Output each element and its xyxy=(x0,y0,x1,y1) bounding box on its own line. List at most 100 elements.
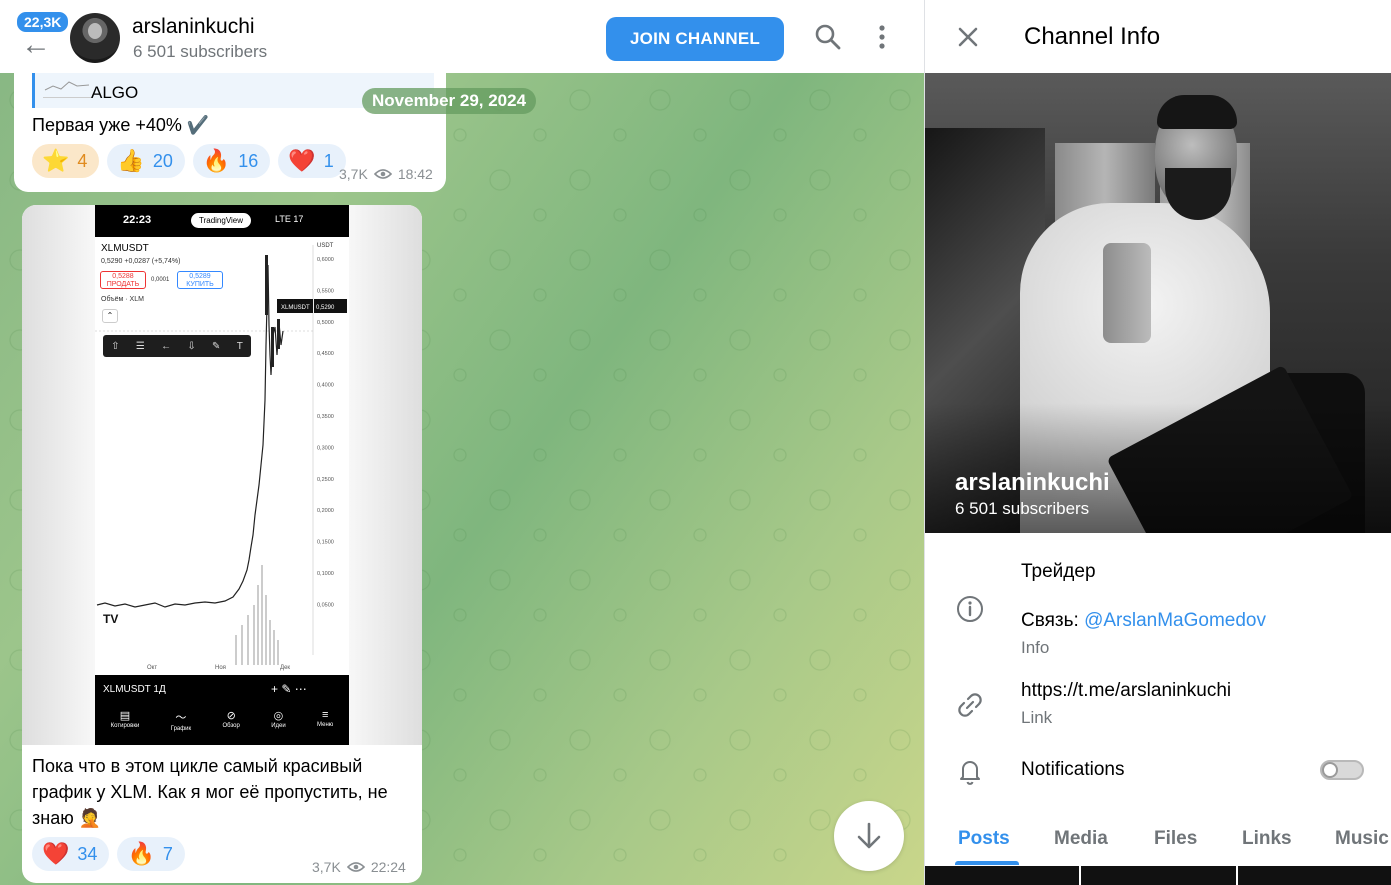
contact-link[interactable]: @ArslanMaGomedov xyxy=(1084,610,1266,631)
menu-icon: ≡ xyxy=(321,709,329,721)
tab-files[interactable]: Files xyxy=(1154,828,1197,850)
y-tick-label: 0,0500 xyxy=(317,602,334,608)
channel-title[interactable]: arslaninkuchi xyxy=(132,15,255,39)
reaction-star[interactable]: ⭐ 4 xyxy=(32,144,100,178)
eye-icon xyxy=(373,169,392,179)
arrow-up-icon: ⇧ xyxy=(111,340,120,352)
message-time: 22:24 xyxy=(370,859,406,875)
tradingview-logo-icon: TV xyxy=(103,612,118,626)
close-icon[interactable] xyxy=(957,26,979,48)
trading-screenshot: 0,6000 0,5500 0,5000 0,4500 0,4000 0,3500 0,30… xyxy=(95,205,349,745)
quotes-icon: ▤ xyxy=(119,710,131,722)
chat-header: ← 22,3K arslaninkuchi 6 501 subscribers … xyxy=(0,0,924,73)
chart-symbol: XLMUSDT xyxy=(101,243,149,254)
arrow-left-icon: ← xyxy=(161,340,172,352)
drawing-toolbar: ⇧ ☰ ← ⇩ ✎ T xyxy=(103,335,251,357)
y-tick-label: 0,1500 xyxy=(317,540,334,546)
x-tick-label: Дек xyxy=(280,665,290,671)
settings-icon: ☰ xyxy=(135,340,145,352)
cover-channel-name: arslaninkuchi xyxy=(955,469,1110,496)
text-icon: T xyxy=(236,340,243,352)
message-text: Первая уже +40% ✔️ xyxy=(32,115,210,135)
reaction-count: 7 xyxy=(162,843,173,864)
sell-box: 0,5288 ПРОДАТЬ xyxy=(100,271,146,289)
y-tick-label: 0,2500 xyxy=(317,477,334,483)
chat-panel: ← 22,3K arslaninkuchi 6 501 subscribers … xyxy=(0,0,924,885)
search-icon[interactable] xyxy=(813,22,843,52)
reaction-count: 20 xyxy=(152,150,173,171)
spread: 0,0001 xyxy=(151,277,170,283)
notifications-toggle[interactable] xyxy=(1320,760,1364,780)
more-vertical-icon[interactable] xyxy=(868,22,898,52)
collapse-chevron-icon: ⌃ xyxy=(102,309,118,323)
channel-bio: Трейдер xyxy=(1021,561,1096,582)
x-tick-label: Ноя xyxy=(215,665,226,671)
arrow-down-icon xyxy=(857,822,881,849)
message-meta: 3,7K 18:42 xyxy=(339,166,433,182)
post-thumbnail[interactable] xyxy=(925,866,1080,885)
view-count: 3,7K xyxy=(312,859,341,875)
brush-icon: ✎ xyxy=(212,340,221,352)
channel-cover-photo[interactable]: arslaninkuchi 6 501 subscribers xyxy=(925,73,1391,533)
phone-nav: ▤ Котировки 〜 График ⊘ Обзор ◎ Идеи ≡ Меню xyxy=(110,709,334,732)
scroll-to-bottom-button[interactable] xyxy=(834,801,904,871)
message-photo[interactable]: 0,6000 0,5500 0,5000 0,4500 0,4000 0,3500 0,30… xyxy=(22,205,422,745)
reaction-heart[interactable]: ❤️ 1 xyxy=(278,144,346,178)
compass-icon: ⊘ xyxy=(226,710,236,722)
reaction-count: 16 xyxy=(238,150,259,171)
heart-emoji-icon: ❤️ xyxy=(42,841,70,866)
chart-price: 0,5290 +0,0287 (+5,74%) xyxy=(101,258,181,265)
message-bubble[interactable]: arslaninkuchi ALGO Первая уже +40% ✔️ ⭐ … xyxy=(14,56,446,192)
y-tick-label: 0,3000 xyxy=(317,445,334,451)
fire-emoji-icon: 🔥 xyxy=(202,148,231,173)
info-tabs: Posts Media Files Links Music xyxy=(925,822,1391,866)
chart-icon: 〜 xyxy=(175,712,187,724)
bell-icon xyxy=(960,761,980,785)
channel-subscribers: 6 501 subscribers xyxy=(133,42,268,61)
unread-badge: 22,3K xyxy=(15,10,71,34)
message-text: Пока что в этом цикле самый красивый гра… xyxy=(32,756,388,828)
channel-url[interactable]: https://t.me/arslaninkuchi xyxy=(1021,680,1231,702)
info-header: Channel Info xyxy=(925,0,1391,73)
volume-label: Объём · XLM xyxy=(101,296,144,303)
reaction-fire[interactable]: 🔥 16 xyxy=(192,144,271,178)
tab-music[interactable]: Music xyxy=(1335,828,1389,850)
reaction-heart[interactable]: ❤️ 34 xyxy=(32,837,110,871)
y-tick-label: 0,5000 xyxy=(317,320,334,326)
y-tick-label: 0,6000 xyxy=(317,257,334,263)
reaction-thumbs-up[interactable]: 👍 20 xyxy=(107,144,185,178)
thumbs-up-emoji-icon: 👍 xyxy=(117,148,145,173)
y-tick-label: 0,5500 xyxy=(317,288,334,294)
arrow-down-icon: ⇩ xyxy=(187,340,196,352)
channel-info-panel: Channel Info arslaninkuchi 6 501 subscri… xyxy=(924,0,1391,885)
tab-links[interactable]: Links xyxy=(1242,828,1292,850)
back-button[interactable]: ← 22,3K xyxy=(15,10,71,61)
reaction-count: 4 xyxy=(77,150,88,171)
date-separator: November 29, 2024 xyxy=(362,88,537,114)
notifications-label: Notifications xyxy=(1021,759,1125,780)
channel-avatar[interactable] xyxy=(70,13,120,63)
reactions: ⭐ 4 👍 20 🔥 16 ❤️ 1 xyxy=(32,144,346,178)
phone-bottom-bar: XLMUSDT 1Д + ✎ ⋯ ▤ Котировки 〜 График ⊘ Обз… xyxy=(95,675,349,745)
y-tick-label: 0,2000 xyxy=(317,508,334,514)
post-thumbnail[interactable] xyxy=(1081,866,1236,885)
last-price-tag: 0,5290 xyxy=(316,305,335,311)
join-channel-button[interactable]: JOIN CHANNEL xyxy=(606,17,784,61)
info-title: Channel Info xyxy=(1024,23,1161,50)
reply-text: ALGO xyxy=(91,83,139,102)
svg-text:XLMUSDT: XLMUSDT xyxy=(281,305,310,311)
active-tab-indicator xyxy=(955,861,1019,865)
post-thumbnail[interactable] xyxy=(1237,866,1391,885)
chart-actions-icon: + ✎ ⋯ xyxy=(271,682,307,696)
reaction-fire[interactable]: 🔥 7 xyxy=(117,837,185,871)
info-icon xyxy=(957,596,983,622)
back-arrow-icon: ← xyxy=(21,28,51,61)
tab-media[interactable]: Media xyxy=(1054,828,1108,850)
message-bubble[interactable]: 0,6000 0,5500 0,5000 0,4500 0,4000 0,3500 0,30… xyxy=(22,205,422,883)
tab-posts[interactable]: Posts xyxy=(958,828,1010,850)
y-tick-label: 0,4000 xyxy=(317,383,334,389)
idea-bulb-icon: ◎ xyxy=(273,710,284,722)
cover-subscribers: 6 501 subscribers xyxy=(955,499,1090,518)
star-emoji-icon: ⭐ xyxy=(42,148,70,173)
x-tick-label: Окт xyxy=(147,665,157,671)
